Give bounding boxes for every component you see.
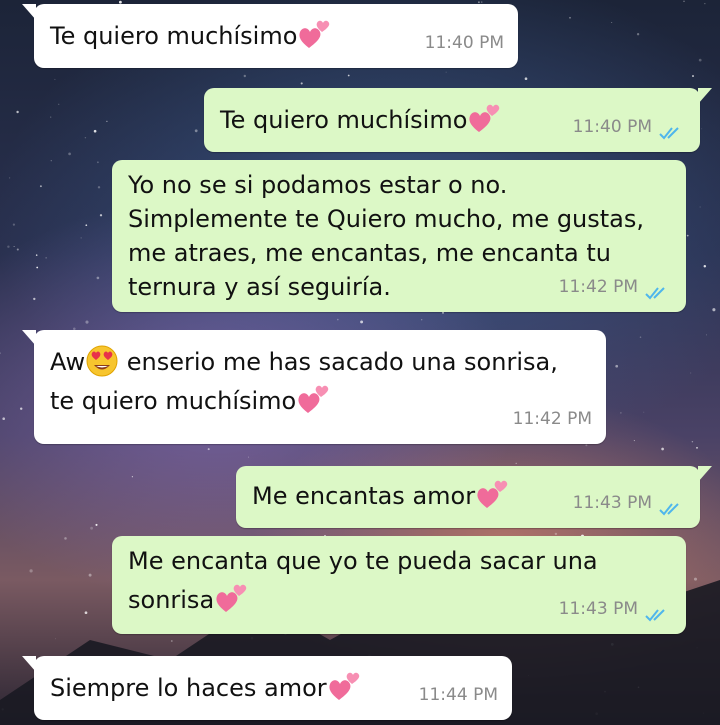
message-text: Te quiero muchísimo [220, 106, 468, 134]
message-meta: 11:43 PM [573, 486, 686, 520]
message-line: me atraes, me encantas, me encanta tu [128, 239, 611, 267]
message-text: Te quiero muchísimo [50, 22, 298, 50]
message-bubble-outgoing[interactable]: Yo no se si podamos estar o no. Simpleme… [112, 160, 686, 312]
message-bubble-outgoing[interactable]: Me encanta que yo te pueda sacar una son… [112, 536, 686, 634]
read-ticks-icon [644, 601, 672, 622]
two-hearts-icon [214, 582, 248, 616]
message-line: Yo no se si podamos estar o no. [128, 171, 508, 199]
timestamp: 11:40 PM [572, 117, 652, 137]
two-hearts-icon [467, 102, 501, 136]
message-bubble-incoming[interactable]: Siempre lo haces amor 11:44 PM [22, 656, 512, 720]
message-text: Siempre lo haces amor [50, 674, 327, 702]
heart-eyes-emoji-icon [85, 344, 119, 378]
message-text: sonrisa [128, 586, 215, 614]
timestamp: 11:43 PM [558, 599, 638, 619]
message-text: Me encantas amor [252, 482, 476, 510]
message-text: te quiero muchísimo [50, 387, 297, 415]
read-ticks-icon [658, 119, 686, 140]
message-bubble-outgoing[interactable]: Te quiero muchísimo 11:40 PM [204, 88, 712, 152]
message-text: enserio me has sacado una sonrisa, [126, 348, 558, 376]
timestamp: 11:43 PM [572, 493, 652, 513]
message-meta: 11:43 PM [559, 592, 672, 626]
read-ticks-icon [644, 279, 672, 300]
message-meta: 11:44 PM [419, 678, 498, 712]
timestamp: 11:40 PM [424, 33, 504, 53]
message-bubble-incoming[interactable]: Aw enserio me has sacado una sonrisa, te… [22, 330, 606, 444]
message-bubble-outgoing[interactable]: Me encantas amor 11:43 PM [236, 466, 712, 528]
two-hearts-icon [475, 478, 509, 512]
two-hearts-icon [327, 670, 361, 704]
two-hearts-icon [296, 383, 330, 417]
read-ticks-icon [658, 495, 686, 516]
message-bubble-incoming[interactable]: Te quiero muchísimo 11:40 PM [22, 4, 518, 68]
timestamp: 11:42 PM [558, 277, 638, 297]
message-meta: 11:42 PM [513, 402, 592, 436]
message-meta: 11:40 PM [425, 26, 504, 60]
timestamp: 11:44 PM [418, 685, 498, 705]
message-line: Simplemente te Quiero mucho, me gustas, [128, 205, 645, 233]
message-meta: 11:42 PM [559, 270, 672, 304]
message-text: Aw [50, 348, 86, 376]
message-line: Me encanta que yo te pueda sacar una [128, 547, 598, 575]
two-hearts-icon [297, 18, 331, 52]
timestamp: 11:42 PM [512, 409, 592, 429]
message-meta: 11:40 PM [573, 110, 686, 144]
